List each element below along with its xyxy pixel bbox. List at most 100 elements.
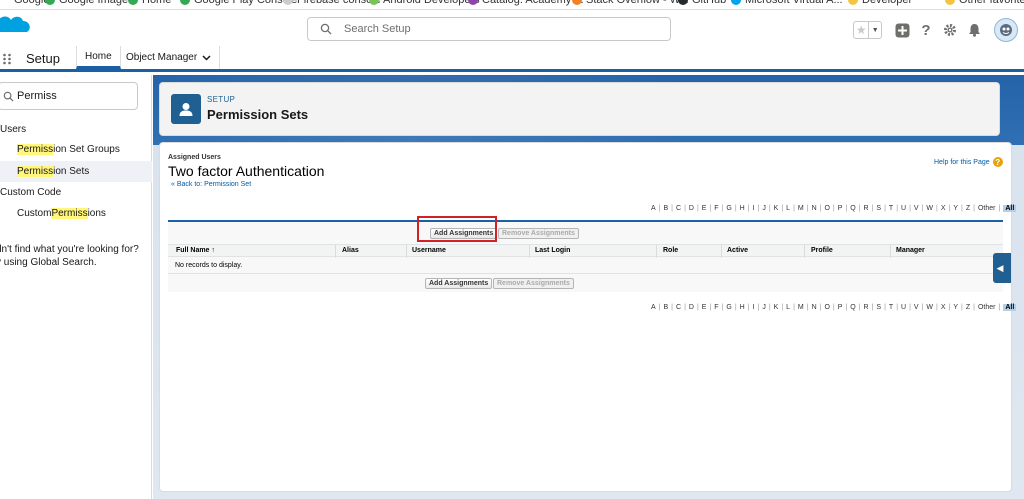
user-avatar[interactable]	[994, 18, 1018, 42]
alphabet-filter-m[interactable]: M	[798, 304, 804, 311]
alphabet-filter-other[interactable]: Other	[978, 205, 996, 212]
bookmark-item[interactable]: Stack Overflow - W...	[572, 0, 689, 6]
bookmark-item[interactable]: Google Play Console	[180, 0, 297, 6]
alphabet-filter-x[interactable]: X	[941, 304, 946, 311]
alphabet-filter-o[interactable]: O	[824, 304, 829, 311]
chevron-down-icon[interactable]: ▼	[868, 22, 881, 38]
bookmark-item[interactable]: Firebase console	[283, 0, 381, 6]
help-for-this-page-link[interactable]: Help for this Page ?	[934, 157, 1003, 167]
alphabet-filter-k[interactable]: K	[774, 304, 779, 311]
salesforce-logo-icon[interactable]	[0, 10, 34, 40]
sidebar-item-custom-permissions[interactable]: Custom Permiss ions	[0, 203, 152, 224]
alphabet-filter-s[interactable]: S	[876, 205, 881, 212]
remove-assignments-button-bottom[interactable]: Remove Assignments	[493, 278, 574, 289]
column-alias[interactable]: Alias	[342, 247, 359, 254]
alphabet-filter-f[interactable]: F	[714, 205, 718, 212]
alphabet-filter-z[interactable]: Z	[966, 205, 970, 212]
alphabet-filter-c[interactable]: C	[676, 304, 681, 311]
alphabet-filter-u[interactable]: U	[901, 205, 906, 212]
sidebar-item-permission-sets[interactable]: Permiss ion Sets	[0, 161, 152, 182]
alphabet-filter-o[interactable]: O	[824, 205, 829, 212]
bookmark-item[interactable]: Catalog: Academy ...	[468, 0, 584, 6]
gear-icon[interactable]	[942, 22, 958, 38]
alphabet-filter-g[interactable]: G	[726, 205, 731, 212]
column-profile[interactable]: Profile	[811, 247, 833, 254]
global-search-link[interactable]: y using Global Search.	[0, 256, 139, 269]
alphabet-filter-j[interactable]: J	[762, 304, 766, 311]
side-panel-toggle[interactable]: ◀	[993, 253, 1011, 283]
add-icon[interactable]	[894, 22, 910, 38]
alphabet-filter-p[interactable]: P	[838, 205, 843, 212]
tab-object-manager[interactable]: Object Manager	[118, 46, 220, 69]
alphabet-filter-y[interactable]: Y	[953, 205, 958, 212]
alphabet-filter-q[interactable]: Q	[850, 304, 855, 311]
remove-assignments-button[interactable]: Remove Assignments	[498, 228, 579, 239]
alphabet-filter-all[interactable]: All	[1003, 205, 1017, 212]
alphabet-filter-w[interactable]: W	[926, 205, 933, 212]
alphabet-filter-k[interactable]: K	[774, 205, 779, 212]
tree-node-custom-code[interactable]: Custom Code	[0, 187, 61, 198]
alphabet-filter-d[interactable]: D	[689, 304, 694, 311]
star-icon[interactable]: ★	[854, 22, 868, 38]
bookmark-item[interactable]: Developer	[848, 0, 912, 6]
bookmark-item[interactable]: Microsoft Virtual A...	[731, 0, 843, 6]
alphabet-filter-t[interactable]: T	[889, 304, 893, 311]
alphabet-filter-r[interactable]: R	[864, 304, 869, 311]
bell-icon[interactable]	[966, 22, 982, 38]
alphabet-filter-v[interactable]: V	[914, 205, 919, 212]
alphabet-filter-l[interactable]: L	[786, 304, 790, 311]
alphabet-filter-n[interactable]: N	[812, 304, 817, 311]
setup-search-box[interactable]	[307, 17, 671, 41]
alphabet-filter-s[interactable]: S	[876, 304, 881, 311]
alphabet-filter-i[interactable]: I	[753, 205, 755, 212]
column-last-login[interactable]: Last Login	[535, 247, 570, 254]
quick-find-box[interactable]	[0, 82, 138, 110]
back-to-permission-set-link[interactable]: « Back to: Permission Set	[171, 181, 251, 188]
alphabet-filter-e[interactable]: E	[702, 205, 707, 212]
alphabet-filter-d[interactable]: D	[689, 205, 694, 212]
help-icon[interactable]: ?	[918, 22, 934, 39]
alphabet-filter-h[interactable]: H	[740, 304, 745, 311]
alphabet-filter-all[interactable]: All	[1003, 304, 1017, 311]
tree-node-users[interactable]: Users	[0, 124, 26, 135]
alphabet-filter-other[interactable]: Other	[978, 304, 996, 311]
alphabet-filter-j[interactable]: J	[762, 205, 766, 212]
alphabet-filter-w[interactable]: W	[926, 304, 933, 311]
alphabet-filter-q[interactable]: Q	[850, 205, 855, 212]
alphabet-filter-l[interactable]: L	[786, 205, 790, 212]
alphabet-filter-g[interactable]: G	[726, 304, 731, 311]
add-assignments-button-bottom[interactable]: Add Assignments	[425, 278, 493, 289]
alphabet-filter-h[interactable]: H	[740, 205, 745, 212]
alphabet-filter-n[interactable]: N	[812, 205, 817, 212]
app-launcher-icon[interactable]	[3, 53, 13, 65]
setup-search-input[interactable]	[344, 23, 644, 35]
chevron-down-icon[interactable]	[202, 54, 211, 61]
alphabet-filter-b[interactable]: B	[664, 205, 669, 212]
column-full-name[interactable]: Full Name ↑	[176, 247, 215, 254]
bookmark-item[interactable]: Other favorites	[945, 0, 1024, 6]
sidebar-item-permission-set-groups[interactable]: Permiss ion Set Groups	[0, 139, 152, 160]
alphabet-filter-e[interactable]: E	[702, 304, 707, 311]
bookmark-item[interactable]: Google	[0, 0, 49, 6]
quick-find-input[interactable]	[17, 90, 127, 102]
column-manager[interactable]: Manager	[896, 247, 925, 254]
bookmark-item[interactable]: Google Images	[45, 0, 134, 6]
column-username[interactable]: Username	[412, 247, 446, 254]
alphabet-filter-t[interactable]: T	[889, 205, 893, 212]
column-active[interactable]: Active	[727, 247, 748, 254]
tab-home[interactable]: Home	[76, 46, 121, 69]
add-assignments-button[interactable]: Add Assignments	[430, 228, 498, 239]
alphabet-filter-y[interactable]: Y	[953, 304, 958, 311]
alphabet-filter-m[interactable]: M	[798, 205, 804, 212]
bookmark-item[interactable]: GitHub	[678, 0, 726, 6]
alphabet-filter-v[interactable]: V	[914, 304, 919, 311]
alphabet-filter-b[interactable]: B	[664, 304, 669, 311]
alphabet-filter-p[interactable]: P	[838, 304, 843, 311]
alphabet-filter-u[interactable]: U	[901, 304, 906, 311]
alphabet-filter-r[interactable]: R	[864, 205, 869, 212]
alphabet-filter-f[interactable]: F	[714, 304, 718, 311]
bookmark-item[interactable]: Home	[128, 0, 171, 6]
favorites-group[interactable]: ★ ▼	[853, 21, 882, 39]
alphabet-filter-z[interactable]: Z	[966, 304, 970, 311]
alphabet-filter-a[interactable]: A	[651, 205, 656, 212]
